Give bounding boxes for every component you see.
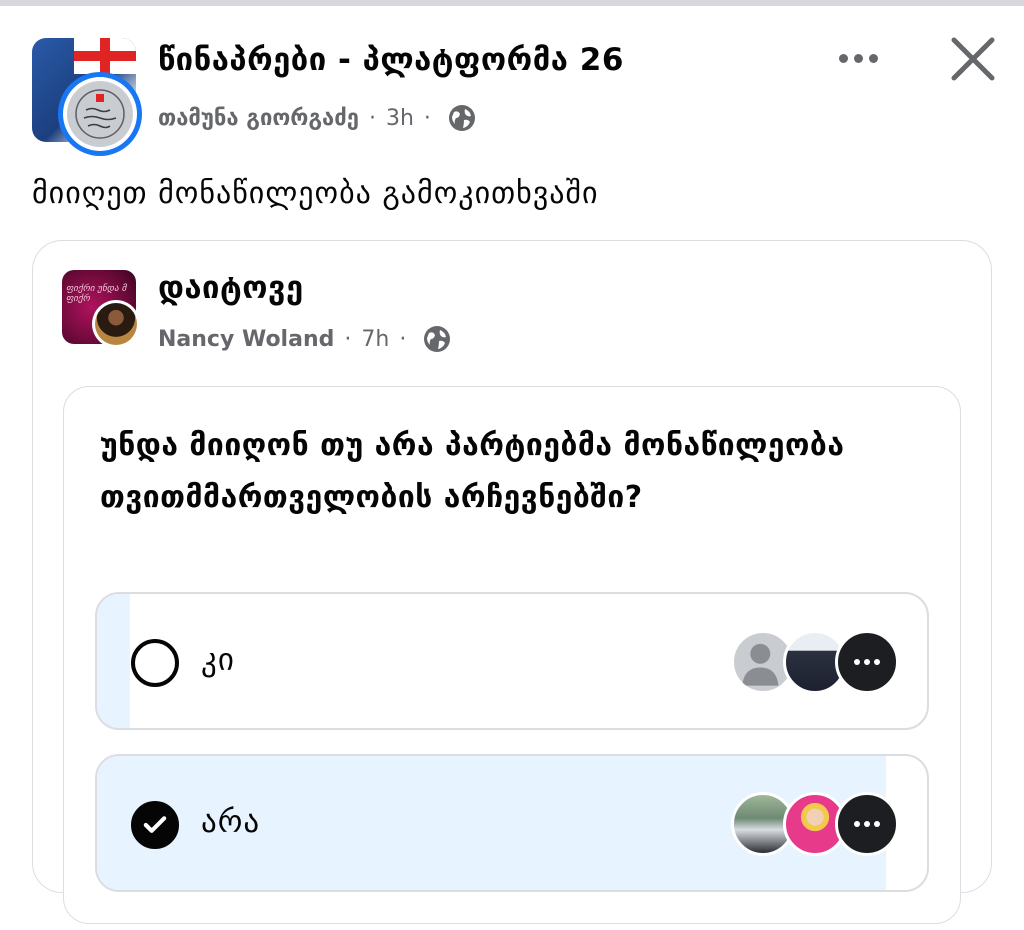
more-horizontal-icon bbox=[838, 53, 848, 63]
meta-separator: · bbox=[423, 105, 431, 131]
poll-question: უნდა მიიღონ თუ არა პარტიებმა მონაწილეობა… bbox=[100, 428, 845, 515]
close-icon bbox=[951, 37, 995, 81]
georgian-flag-icon bbox=[74, 38, 136, 74]
close-button[interactable] bbox=[948, 34, 998, 84]
top-divider bbox=[0, 0, 1024, 6]
poll-option-result-bar bbox=[97, 594, 131, 728]
shared-page-avatar[interactable]: ფიქრი უნდა მ ფიქრ bbox=[62, 270, 140, 348]
meta-separator: · bbox=[399, 326, 407, 352]
page-name-link[interactable]: წინაპრები - პლატფორმა 26 bbox=[158, 42, 624, 78]
profile-badge bbox=[58, 72, 142, 156]
meta-separator: · bbox=[344, 326, 352, 352]
shared-page-name-link[interactable]: დაიტოვე bbox=[158, 270, 304, 306]
page-avatar[interactable] bbox=[32, 38, 142, 156]
voter-avatars[interactable] bbox=[731, 630, 899, 694]
meta-separator: · bbox=[368, 105, 376, 131]
shared-post-timestamp[interactable]: 7h bbox=[361, 327, 389, 352]
globe-icon bbox=[422, 324, 452, 354]
shared-author-photo bbox=[92, 300, 140, 348]
radio-checked-icon[interactable] bbox=[131, 801, 179, 849]
voter-avatars[interactable] bbox=[731, 792, 899, 856]
post-timestamp[interactable]: 3h bbox=[386, 106, 414, 131]
post-meta: თამუნა გიორგაძე · 3h · bbox=[158, 103, 477, 133]
post-body-text: მიიღეთ მონაწილეობა გამოკითხვაში bbox=[32, 176, 599, 211]
globe-icon bbox=[447, 103, 477, 133]
poll-option-label: არა bbox=[201, 804, 261, 840]
poll-option-label: კი bbox=[201, 642, 235, 678]
radio-unchecked-icon[interactable] bbox=[131, 639, 179, 687]
shared-author-link[interactable]: Nancy Woland bbox=[158, 327, 334, 352]
more-voters-icon bbox=[835, 792, 899, 856]
more-voters-icon bbox=[835, 630, 899, 694]
poll-option-yes[interactable]: კი bbox=[95, 592, 929, 730]
platform-logo-icon bbox=[67, 81, 133, 147]
poll-option-no[interactable]: არა bbox=[95, 754, 929, 892]
shared-post-meta: Nancy Woland · 7h · bbox=[158, 324, 452, 354]
post-author-link[interactable]: თამუნა გიორგაძე bbox=[158, 106, 359, 131]
more-options-button[interactable] bbox=[828, 40, 888, 76]
